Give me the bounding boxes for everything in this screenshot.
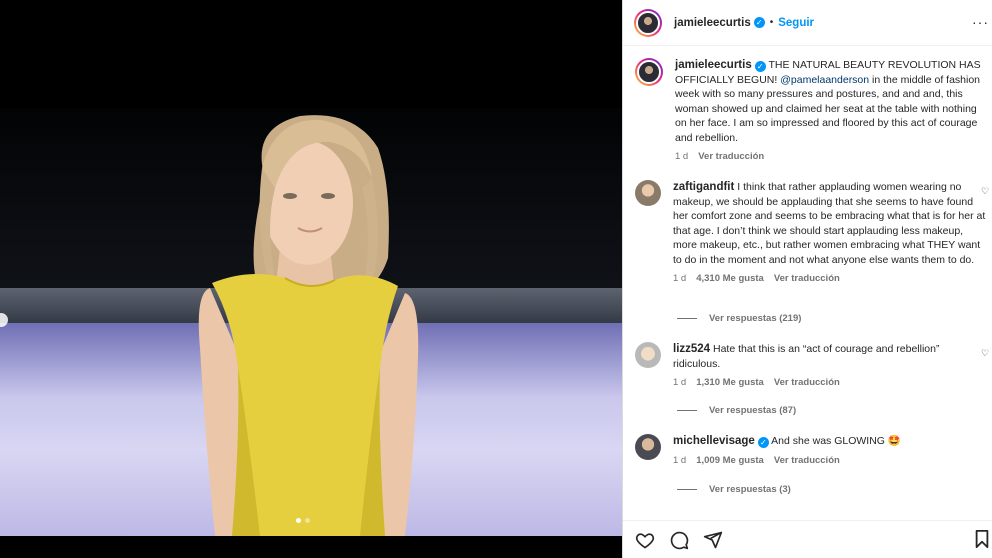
share-icon[interactable] (703, 530, 723, 550)
comment-username[interactable]: zaftigandfit (673, 181, 734, 193)
comment-time[interactable]: 1 d (673, 377, 686, 388)
verified-badge-icon: ✓ (754, 61, 766, 72)
comment-time[interactable]: 1 d (673, 455, 686, 466)
verified-badge-icon: ✓ (753, 17, 765, 28)
post-caption: jamieleecurtis ✓ THE NATURAL BEAUTY REVOL… (635, 58, 987, 162)
follow-button[interactable]: Seguir (778, 17, 814, 29)
author-avatar[interactable] (634, 8, 662, 37)
caption-text: jamieleecurtis ✓ THE NATURAL BEAUTY REVOL… (675, 58, 991, 145)
comment-time[interactable]: 1 d (673, 273, 686, 284)
comment-body: I think that rather applauding women wea… (673, 181, 986, 266)
woman-figure (198, 115, 419, 536)
comment-translate[interactable]: Ver traducción (774, 273, 840, 284)
comment-meta: 1 d 4,310 Me gusta Ver traducción (673, 273, 989, 284)
comment-text: zaftigandfit I think that rather applaud… (673, 180, 989, 267)
view-replies-button[interactable]: Ver respuestas (3) (677, 484, 791, 495)
view-replies-button[interactable]: Ver respuestas (219) (677, 313, 801, 324)
post-side-panel: jamieleecurtis ✓ • Seguir ··· jamieleecu… (622, 0, 992, 558)
carousel-indicator (296, 518, 310, 523)
caption-meta: 1 d Ver traducción (675, 151, 991, 162)
separator-dot: • (769, 17, 774, 28)
author-username[interactable]: jamieleecurtis (674, 17, 751, 29)
comment-username[interactable]: michellevisage (673, 435, 755, 447)
comment-meta: 1 d 1,310 Me gusta Ver traducción (673, 377, 989, 388)
caption-mention[interactable]: @pamelaanderson (780, 74, 869, 86)
view-replies-label: Ver respuestas (3) (709, 484, 791, 495)
post-actions-bar (623, 520, 992, 558)
comment-translate[interactable]: Ver traducción (774, 377, 840, 388)
more-options-icon[interactable]: ··· (972, 14, 989, 30)
comment-text: michellevisage ✓ And she was GLOWING 🤩 (673, 434, 989, 449)
comment-username[interactable]: lizz524 (673, 343, 710, 355)
comment-text: lizz524 Hate that this is an “act of cou… (673, 342, 989, 371)
post-media (0, 0, 622, 558)
comment-item: lizz524 Hate that this is an “act of cou… (635, 342, 989, 388)
comment-item: michellevisage ✓ And she was GLOWING 🤩 1 … (635, 434, 987, 466)
comment-meta: 1 d 1,009 Me gusta Ver traducción (673, 455, 989, 466)
verified-badge-icon: ✓ (757, 437, 769, 448)
comment-like-icon[interactable]: ♡ (981, 186, 989, 196)
post-photo[interactable] (0, 108, 622, 536)
comment-avatar[interactable] (635, 180, 661, 206)
carousel-dot (305, 518, 310, 523)
comment-like-icon[interactable]: ♡ (981, 348, 989, 358)
heart-icon[interactable] (635, 530, 655, 550)
comment-avatar[interactable] (635, 342, 661, 368)
comment-likes[interactable]: 4,310 Me gusta (696, 273, 764, 284)
view-replies-label: Ver respuestas (87) (709, 405, 797, 416)
caption-username[interactable]: jamieleecurtis (675, 59, 752, 71)
carousel-dot (296, 518, 301, 523)
caption-avatar[interactable] (635, 58, 663, 86)
view-replies-label: Ver respuestas (219) (709, 313, 802, 324)
comment-icon[interactable] (669, 530, 689, 550)
post-header: jamieleecurtis ✓ • Seguir ··· (623, 0, 992, 46)
comment-item: zaftigandfit I think that rather applaud… (635, 180, 989, 284)
bookmark-icon[interactable] (974, 530, 990, 548)
comment-likes[interactable]: 1,310 Me gusta (696, 377, 764, 388)
caption-time[interactable]: 1 d (675, 151, 688, 162)
comment-body: And she was GLOWING 🤩 (768, 435, 901, 447)
comment-likes[interactable]: 1,009 Me gusta (696, 455, 764, 466)
comment-avatar[interactable] (635, 434, 661, 460)
comment-translate[interactable]: Ver traducción (774, 455, 840, 466)
comment-body: Hate that this is an “act of courage and… (673, 343, 940, 370)
caption-translate[interactable]: Ver traducción (698, 151, 764, 162)
view-replies-button[interactable]: Ver respuestas (87) (677, 405, 796, 416)
